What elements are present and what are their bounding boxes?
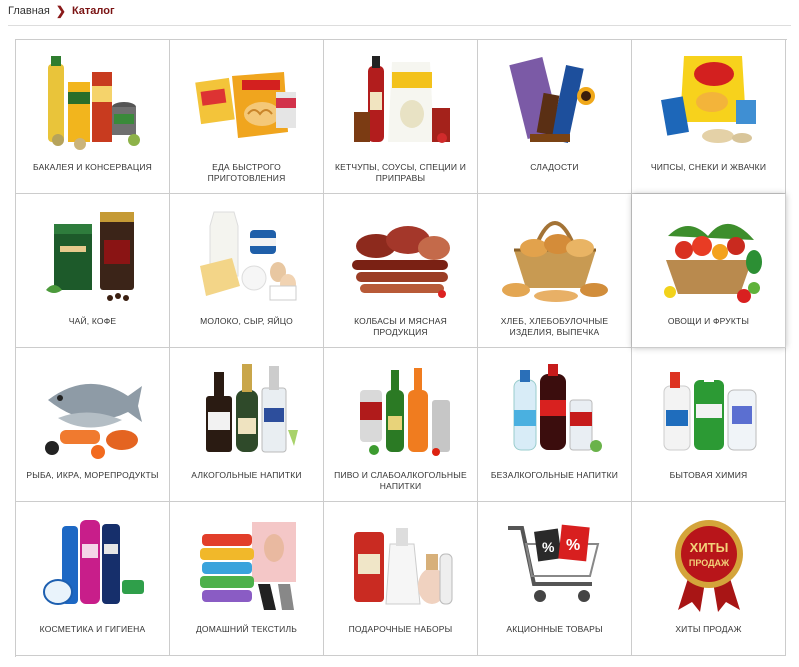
catalog-item-alcohol[interactable]: АЛКОГОЛЬНЫЕ НАПИТКИ: [170, 348, 324, 502]
catalog-item-label: СЛАДОСТИ: [530, 162, 579, 172]
sausages-icon: [352, 226, 450, 298]
divider: [8, 25, 791, 26]
catalog-item-label: АКЦИОННЫЕ ТОВАРЫ: [506, 624, 603, 634]
household-chemicals-icon: [663, 368, 757, 451]
catalog-item-label: АЛКОГОЛЬНЫЕ НАПИТКИ: [191, 470, 302, 480]
sauces-icon: [354, 56, 450, 143]
sale-cart-icon: % %: [508, 524, 600, 602]
gift-sets-icon: [354, 528, 453, 605]
catalog-item-chips[interactable]: ЧИПСЫ, СНЕКИ И ЖВАЧКИ: [632, 40, 786, 194]
catalog-item-vegetables-fruits[interactable]: ОВОЩИ И ФРУКТЫ: [632, 194, 786, 348]
catalog-grid: БАКАЛЕЯ И КОНСЕРВАЦИЯ ЕДА БЫСТРОГО ПРИГО…: [15, 39, 787, 657]
groceries-icon: [48, 56, 140, 150]
bestseller-badge-line2: ПРОДАЖ: [689, 558, 730, 568]
beer-icon: [360, 368, 450, 456]
catalog-item-textile[interactable]: ДОМАШНИЙ ТЕКСТИЛЬ: [170, 502, 324, 656]
vegetables-fruits-icon: [664, 223, 762, 303]
catalog-item-sausages[interactable]: КОЛБАСЫ И МЯСНАЯ ПРОДУКЦИЯ: [324, 194, 478, 348]
catalog-item-label: ПОДАРОЧНЫЕ НАБОРЫ: [348, 624, 453, 634]
breadcrumb-current: Каталог: [71, 5, 115, 17]
catalog-item-bestsellers[interactable]: ХИТЫ ПРОДАЖ ХИТЫ ПРОДАЖ: [632, 502, 786, 656]
percent-sign: %: [542, 539, 555, 555]
catalog-item-label: КОЛБАСЫ И МЯСНАЯ ПРОДУКЦИЯ: [354, 316, 447, 337]
chevron-right-icon: ❯: [55, 4, 66, 18]
bestseller-ribbon-icon: ХИТЫ ПРОДАЖ: [675, 520, 743, 612]
catalog-item-label: РЫБА, ИКРА, МОРЕПРОДУКТЫ: [26, 470, 159, 480]
catalog-item-label: ЕДА БЫСТРОГО ПРИГОТОВЛЕНИЯ: [207, 162, 286, 183]
cosmetics-icon: [43, 520, 144, 605]
catalog-item-fish[interactable]: РЫБА, ИКРА, МОРЕПРОДУКТЫ: [16, 348, 170, 502]
catalog-item-bread[interactable]: ХЛЕБ, ХЛЕБОБУЛОЧНЫЕ ИЗДЕЛИЯ, ВЫПЕЧКА: [478, 194, 632, 348]
catalog-item-sweets[interactable]: СЛАДОСТИ: [478, 40, 632, 194]
sweets-icon: [509, 57, 595, 144]
catalog-item-instant-food[interactable]: ЕДА БЫСТРОГО ПРИГОТОВЛЕНИЯ: [170, 40, 324, 194]
textile-icon: [200, 522, 296, 610]
catalog-item-dairy[interactable]: МОЛОКО, СЫР, ЯЙЦО: [170, 194, 324, 348]
catalog-item-label: КЕТЧУПЫ, СОУСЫ, СПЕЦИИ И ПРИПРАВЫ: [334, 162, 467, 183]
breadcrumb: Главная ❯ Каталог: [8, 4, 115, 18]
catalog-item-label: КОСМЕТИКА И ГИГИЕНА: [39, 624, 146, 634]
catalog-item-beer[interactable]: ПИВО И СЛАБОАЛКОГОЛЬНЫЕ НАПИТКИ: [324, 348, 478, 502]
breadcrumb-home-link[interactable]: Главная: [8, 5, 50, 17]
catalog-item-household-chemicals[interactable]: БЫТОВАЯ ХИМИЯ: [632, 348, 786, 502]
catalog-item-gift-sets[interactable]: ПОДАРОЧНЫЕ НАБОРЫ: [324, 502, 478, 656]
catalog-item-label: БЕЗАЛКОГОЛЬНЫЕ НАПИТКИ: [490, 470, 619, 480]
catalog-item-label: БАКАЛЕЯ И КОНСЕРВАЦИЯ: [33, 162, 152, 172]
catalog-item-soft-drinks[interactable]: БЕЗАЛКОГОЛЬНЫЕ НАПИТКИ: [478, 348, 632, 502]
catalog-item-label: ХИТЫ ПРОДАЖ: [675, 624, 742, 634]
soft-drinks-icon: [513, 364, 602, 452]
tea-coffee-icon: [46, 212, 134, 301]
catalog-item-label: ПИВО И СЛАБОАЛКОГОЛЬНЫЕ НАПИТКИ: [334, 470, 467, 491]
catalog-item-sauces[interactable]: КЕТЧУПЫ, СОУСЫ, СПЕЦИИ И ПРИПРАВЫ: [324, 40, 478, 194]
catalog-item-label: ЧАЙ, КОФЕ: [68, 316, 117, 326]
catalog-item-label: ХЛЕБ, ХЛЕБОБУЛОЧНЫЕ ИЗДЕЛИЯ, ВЫПЕЧКА: [500, 316, 609, 337]
percent-sign: %: [566, 537, 580, 554]
catalog-item-label: ОВОЩИ И ФРУКТЫ: [667, 316, 750, 326]
catalog-item-cosmetics[interactable]: КОСМЕТИКА И ГИГИЕНА: [16, 502, 170, 656]
fish-icon: [45, 383, 142, 459]
catalog-item-label: ДОМАШНИЙ ТЕКСТИЛЬ: [195, 624, 298, 634]
chips-icon: [661, 56, 756, 143]
catalog-item-label: МОЛОКО, СЫР, ЯЙЦО: [200, 316, 293, 326]
catalog-item-sale[interactable]: % % АКЦИОННЫЕ ТОВАРЫ: [478, 502, 632, 656]
bestseller-badge-line1: ХИТЫ: [690, 540, 729, 555]
catalog-item-groceries[interactable]: БАКАЛЕЯ И КОНСЕРВАЦИЯ: [16, 40, 170, 194]
catalog-item-label: ЧИПСЫ, СНЕКИ И ЖВАЧКИ: [650, 162, 767, 172]
alcohol-icon: [206, 364, 298, 453]
catalog-item-tea-coffee[interactable]: ЧАЙ, КОФЕ: [16, 194, 170, 348]
catalog-item-label: БЫТОВАЯ ХИМИЯ: [669, 470, 748, 480]
instant-food-icon: [195, 72, 296, 138]
dairy-icon: [200, 211, 297, 301]
bread-icon: [502, 221, 608, 302]
